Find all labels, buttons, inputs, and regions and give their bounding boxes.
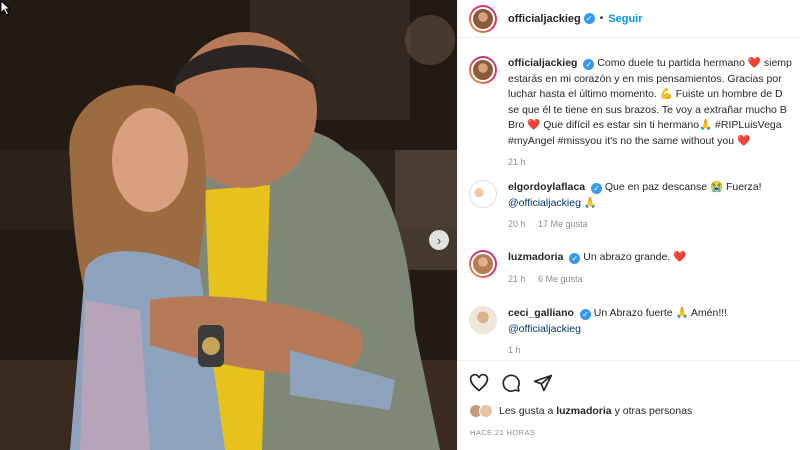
commenter-username[interactable]: elgordoylaflaca bbox=[508, 181, 585, 193]
caption-line: Bro ❤️ Que difícil es estar sin ti herma… bbox=[508, 119, 782, 131]
verified-badge-icon: ✓ bbox=[569, 253, 581, 264]
likes-summary[interactable]: Les gusta a luzmadoria y otras personas bbox=[469, 404, 692, 418]
comment-time: 20 h bbox=[508, 219, 526, 229]
comment-item: elgordoylaflaca ✓ Que en paz descanse 😭 … bbox=[469, 180, 800, 233]
commenter-username[interactable]: ceci_galliano bbox=[508, 307, 574, 319]
commenter-username[interactable]: luzmadoria bbox=[508, 251, 563, 263]
caption: officialjackieg ✓ Como duele tu partida … bbox=[469, 56, 800, 171]
author-avatar[interactable] bbox=[469, 4, 497, 33]
comment-likes[interactable]: 6 Me gusta bbox=[538, 274, 583, 284]
author-username[interactable]: officialjackieg bbox=[508, 13, 581, 25]
likes-prefix: Les gusta a bbox=[499, 405, 554, 417]
comment-text: Un abrazo grande. ❤️ bbox=[583, 251, 687, 263]
caption-line: se que él te tiene en sus brazos. Te voy… bbox=[508, 103, 787, 116]
mouse-cursor-icon bbox=[0, 0, 12, 16]
comment-icon[interactable] bbox=[501, 373, 521, 393]
post-sidebar: officialjackieg ✓ • Seguir officialjacki… bbox=[457, 0, 800, 450]
caption-time: 21 h bbox=[508, 157, 526, 167]
likes-user[interactable]: luzmadoria bbox=[556, 405, 611, 417]
comment-time: 1 h bbox=[508, 345, 521, 355]
comment-mention[interactable]: @officialjackieg bbox=[508, 323, 581, 335]
heart-icon[interactable] bbox=[469, 373, 489, 393]
separator-dot: • bbox=[599, 13, 604, 24]
comment-mention[interactable]: @officialjackieg bbox=[508, 197, 581, 209]
caption-line: #myAngel #missyou it's no the same witho… bbox=[508, 134, 751, 147]
comment-item: ceci_galliano ✓ Un Abrazo fuerte 🙏 Amén!… bbox=[469, 306, 800, 359]
comment-likes[interactable]: 17 Me gusta bbox=[538, 219, 588, 229]
follow-button[interactable]: Seguir bbox=[608, 13, 642, 25]
share-icon[interactable] bbox=[533, 373, 553, 393]
post-time-ago: HACE 21 HORAS bbox=[470, 428, 536, 437]
verified-badge-icon: ✓ bbox=[583, 59, 595, 70]
verified-badge-icon: ✓ bbox=[590, 183, 602, 194]
caption-line: estarás en mi corazón y en mis pensamien… bbox=[508, 72, 782, 85]
post-header: officialjackieg ✓ • Seguir bbox=[458, 0, 800, 38]
commenter-avatar[interactable] bbox=[469, 250, 497, 278]
photo-illustration bbox=[0, 0, 457, 450]
liker-avatar bbox=[479, 404, 493, 418]
comment-text: Que en paz descanse 😭 Fuerza! bbox=[604, 181, 762, 193]
post-photo[interactable]: › bbox=[0, 0, 457, 450]
comment-time: 21 h bbox=[508, 273, 526, 284]
caption-avatar[interactable] bbox=[469, 56, 497, 84]
comment-text: Un Abrazo fuerte 🙏 Amén!!! bbox=[593, 307, 728, 319]
verified-badge-icon: ✓ bbox=[583, 13, 595, 24]
commenter-avatar[interactable] bbox=[469, 180, 497, 208]
caption-line: luchar hasta el último momento. 💪 Fuiste… bbox=[508, 88, 783, 100]
commenter-avatar[interactable] bbox=[469, 306, 497, 334]
comment-item: luzmadoria ✓ Un abrazo grande. ❤️ 21 h 6… bbox=[469, 250, 800, 287]
caption-username[interactable]: officialjackieg bbox=[508, 57, 577, 69]
comments-list[interactable]: officialjackieg ✓ Como duele tu partida … bbox=[458, 38, 800, 360]
likes-suffix: y otras personas bbox=[614, 405, 693, 417]
verified-badge-icon: ✓ bbox=[579, 309, 591, 320]
comment-text-suffix: 🙏 bbox=[583, 196, 597, 209]
caption-line: Como duele tu partida hermano ❤️ siemp bbox=[597, 57, 792, 69]
next-photo-button[interactable]: › bbox=[429, 230, 449, 250]
